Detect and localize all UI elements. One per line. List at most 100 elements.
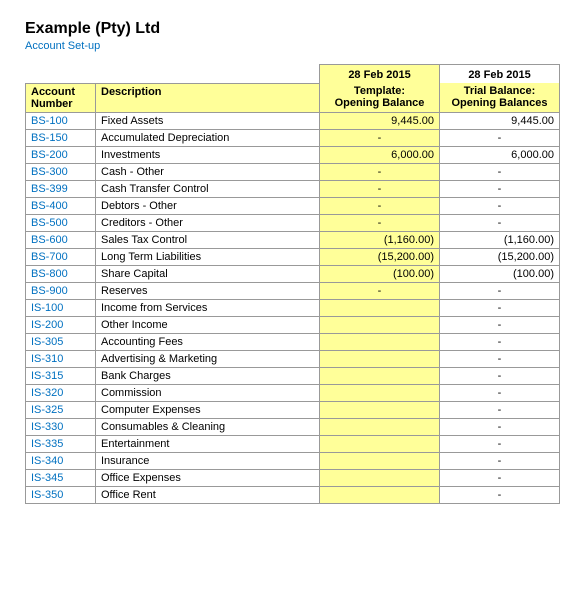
- table-row: IS-305Accounting Fees-: [26, 333, 560, 350]
- account-number-cell: IS-320: [26, 384, 96, 401]
- template-value-cell: -: [320, 129, 440, 146]
- description-cell: Office Rent: [96, 486, 320, 503]
- trial-value-cell: 6,000.00: [440, 146, 560, 163]
- template-value-cell: [320, 350, 440, 367]
- description-cell: Office Expenses: [96, 469, 320, 486]
- table-row: BS-400Debtors - Other--: [26, 197, 560, 214]
- trial-value-cell: -: [440, 350, 560, 367]
- table-row: BS-900Reserves--: [26, 282, 560, 299]
- table-row: IS-335Entertainment-: [26, 435, 560, 452]
- description-cell: Consumables & Cleaning: [96, 418, 320, 435]
- table-row: BS-500Creditors - Other--: [26, 214, 560, 231]
- table-row: IS-315Bank Charges -: [26, 367, 560, 384]
- trial-value-cell: -: [440, 214, 560, 231]
- account-table: 28 Feb 2015 28 Feb 2015 AccountNumber De…: [25, 64, 560, 504]
- description-header: Description: [96, 83, 320, 112]
- template-value-cell: -: [320, 282, 440, 299]
- description-cell: Reserves: [96, 282, 320, 299]
- account-number-cell: IS-350: [26, 486, 96, 503]
- table-row: IS-345Office Expenses-: [26, 469, 560, 486]
- description-cell: Advertising & Marketing: [96, 350, 320, 367]
- table-row: BS-100Fixed Assets9,445.009,445.00: [26, 112, 560, 129]
- company-name: Example (Pty) Ltd: [25, 20, 560, 38]
- description-cell: Computer Expenses: [96, 401, 320, 418]
- template-value-cell: 6,000.00: [320, 146, 440, 163]
- account-number-cell: BS-900: [26, 282, 96, 299]
- trial-value-cell: -: [440, 333, 560, 350]
- template-value-cell: -: [320, 163, 440, 180]
- trial-value-cell: -: [440, 384, 560, 401]
- table-row: BS-700Long Term Liabilities(15,200.00)(1…: [26, 248, 560, 265]
- label-header-row: AccountNumber Description Template:Openi…: [26, 83, 560, 112]
- description-cell: Investments: [96, 146, 320, 163]
- template-value-cell: (1,160.00): [320, 231, 440, 248]
- template-value-cell: [320, 384, 440, 401]
- template-value-cell: [320, 418, 440, 435]
- trial-value-cell: -: [440, 435, 560, 452]
- trial-value-cell: -: [440, 299, 560, 316]
- account-number-cell: IS-310: [26, 350, 96, 367]
- trial-value-cell: -: [440, 486, 560, 503]
- template-value-cell: [320, 367, 440, 384]
- table-row: IS-200Other Income-: [26, 316, 560, 333]
- account-number-cell: IS-335: [26, 435, 96, 452]
- table-row: IS-310Advertising & Marketing -: [26, 350, 560, 367]
- description-cell: Debtors - Other: [96, 197, 320, 214]
- trial-value-cell: (15,200.00): [440, 248, 560, 265]
- description-cell: Share Capital: [96, 265, 320, 282]
- template-value-cell: [320, 452, 440, 469]
- table-row: IS-340Insurance-: [26, 452, 560, 469]
- template-value-cell: [320, 486, 440, 503]
- trial-header: Trial Balance:Opening Balances: [440, 83, 560, 112]
- account-number-cell: BS-100: [26, 112, 96, 129]
- trial-value-cell: -: [440, 367, 560, 384]
- table-row: BS-150Accumulated Depreciation--: [26, 129, 560, 146]
- trial-value-cell: -: [440, 316, 560, 333]
- account-number-header: AccountNumber: [26, 83, 96, 112]
- template-value-cell: [320, 469, 440, 486]
- template-value-cell: -: [320, 180, 440, 197]
- account-number-cell: IS-100: [26, 299, 96, 316]
- description-cell: Cash - Other: [96, 163, 320, 180]
- table-body: BS-100Fixed Assets9,445.009,445.00BS-150…: [26, 112, 560, 503]
- empty-header-account: [26, 65, 96, 84]
- trial-value-cell: -: [440, 197, 560, 214]
- trial-value-cell: -: [440, 180, 560, 197]
- date1-header: 28 Feb 2015: [320, 65, 440, 84]
- description-cell: Bank Charges: [96, 367, 320, 384]
- template-value-cell: [320, 316, 440, 333]
- trial-value-cell: -: [440, 163, 560, 180]
- template-value-cell: -: [320, 214, 440, 231]
- date2-header: 28 Feb 2015: [440, 65, 560, 84]
- template-value-cell: [320, 401, 440, 418]
- table-row: IS-320Commission -: [26, 384, 560, 401]
- trial-value-cell: -: [440, 282, 560, 299]
- table-row: IS-325Computer Expenses-: [26, 401, 560, 418]
- description-cell: Creditors - Other: [96, 214, 320, 231]
- table-row: BS-200Investments6,000.006,000.00: [26, 146, 560, 163]
- description-cell: Commission: [96, 384, 320, 401]
- account-number-cell: BS-150: [26, 129, 96, 146]
- trial-value-cell: (100.00): [440, 265, 560, 282]
- table-row: IS-350Office Rent -: [26, 486, 560, 503]
- trial-value-cell: (1,160.00): [440, 231, 560, 248]
- template-value-cell: (100.00): [320, 265, 440, 282]
- account-number-cell: IS-315: [26, 367, 96, 384]
- template-header: Template:Opening Balance: [320, 83, 440, 112]
- account-number-cell: IS-200: [26, 316, 96, 333]
- account-number-cell: IS-330: [26, 418, 96, 435]
- description-cell: Income from Services: [96, 299, 320, 316]
- account-number-cell: BS-300: [26, 163, 96, 180]
- account-number-cell: BS-500: [26, 214, 96, 231]
- trial-value-cell: -: [440, 418, 560, 435]
- description-cell: Cash Transfer Control: [96, 180, 320, 197]
- description-cell: Sales Tax Control: [96, 231, 320, 248]
- table-row: IS-100Income from Services -: [26, 299, 560, 316]
- account-number-cell: IS-340: [26, 452, 96, 469]
- trial-value-cell: 9,445.00: [440, 112, 560, 129]
- account-number-cell: IS-305: [26, 333, 96, 350]
- account-number-cell: IS-345: [26, 469, 96, 486]
- account-number-cell: BS-600: [26, 231, 96, 248]
- table-row: BS-800Share Capital(100.00)(100.00): [26, 265, 560, 282]
- template-value-cell: [320, 299, 440, 316]
